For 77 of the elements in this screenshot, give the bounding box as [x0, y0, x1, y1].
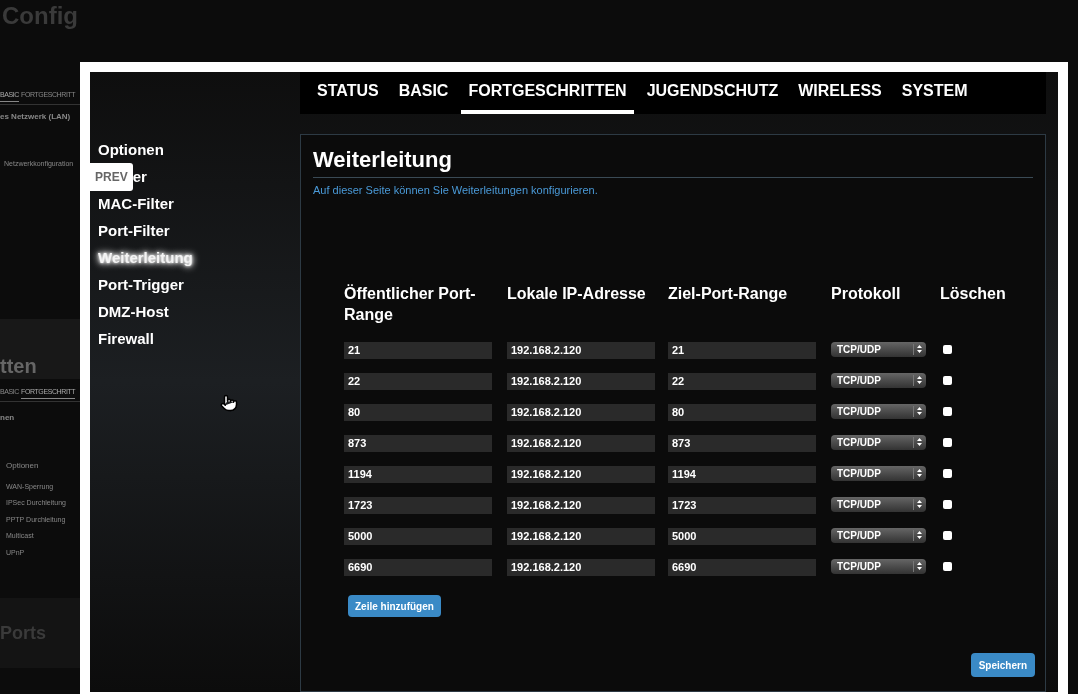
port-input-field[interactable]: 873 — [668, 434, 816, 452]
sidebar-item[interactable]: DMZ-Host — [98, 300, 169, 324]
protocol-select[interactable]: TCP/UDP — [831, 372, 926, 388]
port-input-field[interactable]: 873 — [344, 434, 492, 452]
protocol-select[interactable]: TCP/UDP — [831, 496, 926, 512]
section-heading: nen — [0, 411, 16, 424]
port-input-field[interactable]: 6690 — [344, 558, 492, 576]
port-input-field[interactable]: 6690 — [668, 558, 816, 576]
column-header: Löschen — [940, 283, 1007, 304]
nav-tab[interactable]: FORTGESCHRITTEN — [461, 72, 634, 114]
delete-checkbox[interactable] — [943, 468, 952, 478]
up-down-arrows-icon — [917, 407, 922, 415]
port-input-field[interactable]: 192.168.2.120 — [507, 527, 655, 545]
nav-tab[interactable]: WIRELESS — [791, 72, 889, 114]
sidebar-item[interactable]: er — [132, 165, 147, 189]
port-input-field[interactable]: 1194 — [668, 465, 816, 483]
protocol-select[interactable]: TCP/UDP — [831, 434, 926, 450]
up-down-arrows-icon — [917, 438, 922, 446]
hand-cursor-icon — [220, 394, 238, 412]
column-header: Ziel-Port-Range — [668, 283, 789, 304]
port-input-field[interactable]: 80 — [668, 403, 816, 421]
delete-checkbox[interactable] — [943, 375, 952, 385]
sidebar-item[interactable]: Port-Filter — [98, 219, 170, 243]
port-input-field[interactable]: 22 — [344, 372, 492, 390]
protocol-select[interactable]: TCP/UDP — [831, 341, 926, 357]
sidebar-item[interactable]: MAC-Filter — [98, 192, 174, 216]
delete-checkbox[interactable] — [943, 561, 952, 571]
port-input-field[interactable]: 22 — [668, 372, 816, 390]
port-input-field[interactable]: 192.168.2.120 — [507, 372, 655, 390]
sidebar-item[interactable]: Port-Trigger — [98, 273, 184, 297]
port-input-field[interactable]: 5000 — [668, 527, 816, 545]
up-down-arrows-icon — [917, 500, 922, 508]
protocol-select[interactable]: TCP/UDP — [831, 527, 926, 543]
up-down-arrows-icon — [917, 376, 922, 384]
port-input-field[interactable]: 192.168.2.120 — [507, 558, 655, 576]
column-header: Protokoll — [831, 283, 902, 304]
nav-tab[interactable]: STATUS — [310, 72, 386, 114]
port-input-field[interactable]: 21 — [344, 341, 492, 359]
nav-tab[interactable]: JUGENDSCHUTZ — [639, 72, 786, 114]
port-input-field[interactable]: 1723 — [344, 496, 492, 514]
port-input-field[interactable]: 192.168.2.120 — [507, 341, 655, 359]
up-down-arrows-icon — [917, 531, 922, 539]
page-title: tten — [0, 354, 37, 379]
delete-checkbox[interactable] — [943, 530, 952, 540]
port-input-field[interactable]: 192.168.2.120 — [507, 434, 655, 452]
sidebar-item[interactable]: Firewall — [98, 327, 154, 351]
port-input-field[interactable]: 80 — [344, 403, 492, 421]
port-input-field[interactable]: 192.168.2.120 — [507, 465, 655, 483]
delete-checkbox[interactable] — [943, 406, 952, 416]
add-row-button[interactable]: Zeile hinzufügen — [348, 595, 441, 617]
protocol-select[interactable]: TCP/UDP — [831, 465, 926, 481]
port-input-field[interactable]: 1723 — [668, 496, 816, 514]
up-down-arrows-icon — [917, 345, 922, 353]
up-down-arrows-icon — [917, 469, 922, 477]
port-input-field[interactable]: 21 — [668, 341, 816, 359]
nav-tab[interactable]: SYSTEM — [894, 72, 975, 114]
sidebar-item[interactable]: Weiterleitung — [98, 246, 193, 270]
port-input-field[interactable]: 192.168.2.120 — [507, 496, 655, 514]
prev-button[interactable]: PREV — [90, 163, 133, 191]
port-input-field[interactable]: 5000 — [344, 527, 492, 545]
protocol-select[interactable]: TCP/UDP — [831, 403, 926, 419]
panel-description: Auf dieser Seite können Sie Weiterleitungen konfigurieren. — [313, 183, 599, 198]
port-input-field[interactable]: 1194 — [344, 465, 492, 483]
column-header: Öffentlicher Port-Range — [344, 283, 477, 325]
nav-tab[interactable]: BASIC — [391, 72, 456, 114]
column-header: Lokale IP-Adresse — [507, 283, 647, 304]
panel-title: Weiterleitung — [313, 143, 1033, 178]
delete-checkbox[interactable] — [943, 344, 952, 354]
port-input-field[interactable]: 192.168.2.120 — [507, 403, 655, 421]
section-heading: es Netzwerk (LAN) — [0, 110, 72, 123]
delete-checkbox[interactable] — [943, 499, 952, 509]
protocol-select[interactable]: TCP/UDP — [831, 558, 926, 574]
up-down-arrows-icon — [917, 562, 922, 570]
sidebar-item[interactable]: Optionen — [98, 138, 164, 162]
subsection-heading: Optionen — [5, 459, 40, 472]
save-button[interactable]: Speichern — [970, 653, 1035, 677]
delete-checkbox[interactable] — [943, 437, 952, 447]
